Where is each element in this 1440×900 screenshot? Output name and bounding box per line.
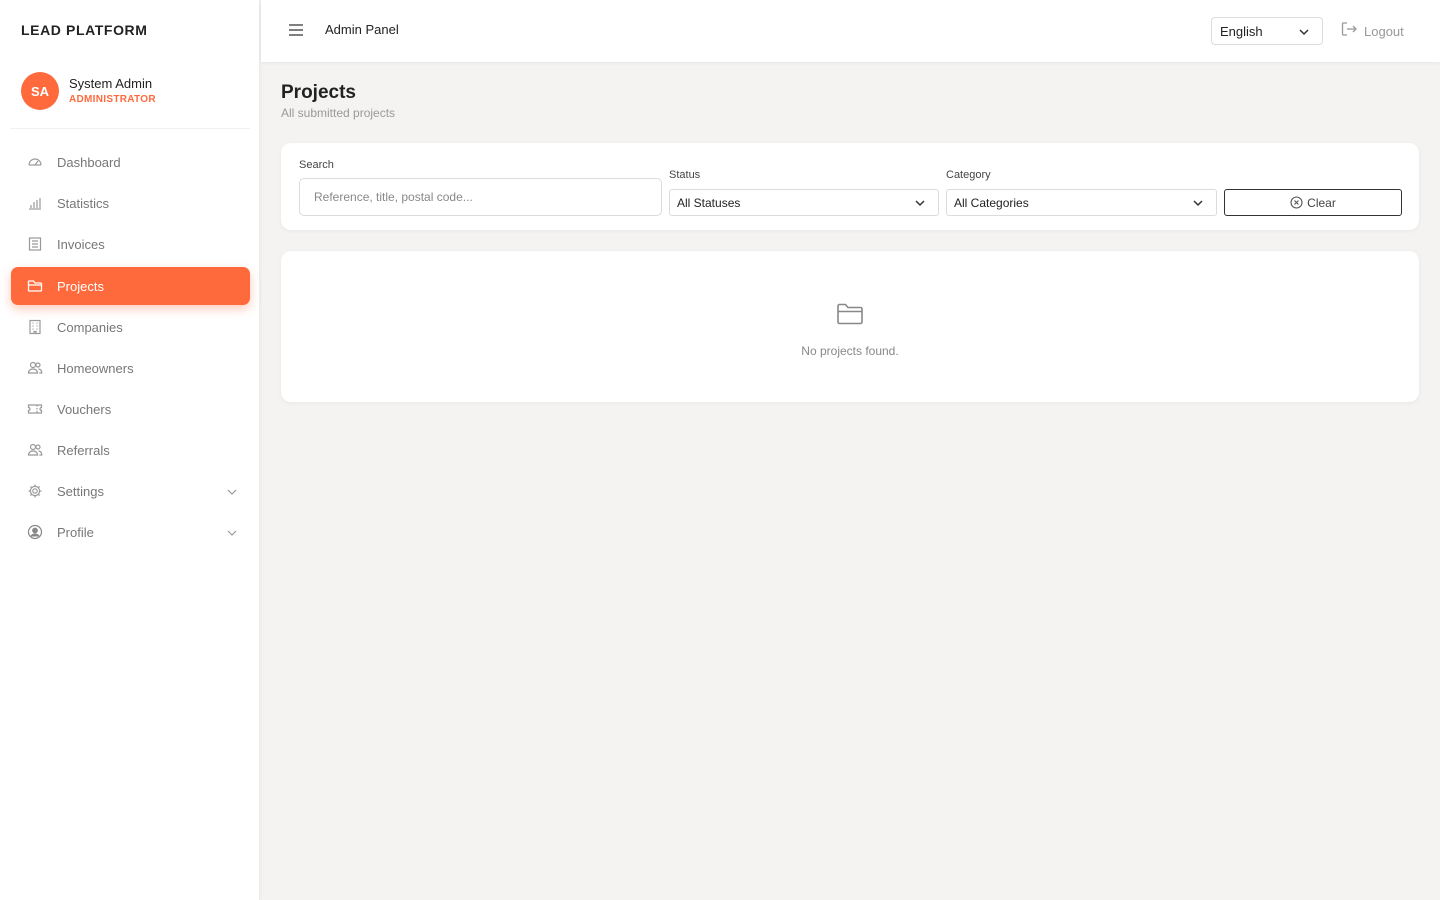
topbar: Admin Panel English Logout: [261, 0, 1440, 62]
sidebar-item-referrals[interactable]: Referrals: [11, 431, 250, 469]
category-label: Category: [946, 169, 991, 181]
sidebar-item-label: Profile: [57, 524, 94, 540]
sidebar-item-homeowners[interactable]: Homeowners: [11, 349, 250, 387]
filter-panel: Search Status All Statuses Category All …: [281, 143, 1419, 230]
bar-chart-icon: [27, 195, 43, 211]
chevron-down-icon: [226, 526, 238, 538]
empty-state-message: No projects found.: [801, 344, 899, 358]
sidebar-item-statistics[interactable]: Statistics: [11, 184, 250, 222]
chevron-down-icon: [226, 485, 238, 497]
sidebar-item-label: Homeowners: [57, 360, 134, 376]
chevron-down-icon: [1192, 197, 1204, 212]
gear-icon: [27, 483, 43, 499]
building-icon: [27, 319, 43, 335]
sidebar-item-label: Projects: [57, 278, 104, 294]
sidebar-item-label: Invoices: [57, 236, 105, 252]
sidebar-item-profile[interactable]: Profile: [11, 513, 250, 551]
sidebar-item-invoices[interactable]: Invoices: [11, 225, 250, 263]
topbar-title: Admin Panel: [325, 22, 399, 37]
dashboard-icon: [27, 154, 43, 170]
chevron-down-icon: [914, 197, 926, 212]
sidebar-item-label: Dashboard: [57, 154, 121, 170]
status-select[interactable]: All Statuses: [669, 189, 939, 216]
status-label: Status: [669, 169, 701, 181]
ticket-icon: [27, 401, 43, 417]
logout-label: Logout: [1364, 23, 1404, 39]
user-role: ADMINISTRATOR: [69, 94, 156, 105]
brand-logo-text: LEAD PLATFORM: [21, 22, 148, 38]
user-circle-icon: [27, 524, 43, 540]
sidebar-item-label: Companies: [57, 319, 123, 335]
search-label: Search: [299, 159, 334, 171]
clear-filters-button[interactable]: Clear: [1224, 189, 1402, 216]
sidebar-item-settings[interactable]: Settings: [11, 472, 250, 510]
sidebar-item-vouchers[interactable]: Vouchers: [11, 390, 250, 428]
sidebar-item-companies[interactable]: Companies: [11, 308, 250, 346]
sidebar-item-label: Settings: [57, 483, 104, 499]
logout-button[interactable]: Logout: [1340, 20, 1404, 43]
sidebar: LEAD PLATFORM SA System Admin ADMINISTRA…: [0, 0, 260, 900]
users-icon: [27, 442, 43, 458]
user-profile-summary: SA System Admin ADMINISTRATOR: [21, 72, 241, 112]
logout-icon: [1340, 20, 1358, 43]
language-select[interactable]: English: [1211, 17, 1323, 45]
category-select-value: All Categories: [954, 195, 1029, 210]
clear-filters-label: Clear: [1307, 195, 1336, 210]
menu-toggle-icon[interactable]: [287, 22, 305, 38]
projects-results: No projects found.: [281, 251, 1419, 402]
category-select[interactable]: All Categories: [946, 189, 1217, 216]
sidebar-item-projects[interactable]: Projects: [11, 267, 250, 305]
sidebar-item-label: Statistics: [57, 195, 110, 211]
page-title: Projects: [281, 82, 356, 103]
sidebar-item-label: Referrals: [57, 442, 110, 458]
folder-open-icon: [836, 302, 864, 326]
close-circle-icon: [1290, 196, 1303, 209]
folder-icon: [27, 278, 43, 294]
status-select-value: All Statuses: [677, 195, 741, 210]
page-subtitle: All submitted projects: [281, 106, 396, 120]
invoice-icon: [27, 236, 43, 252]
sidebar-divider: [10, 128, 250, 129]
chevron-down-icon: [1298, 26, 1310, 41]
language-select-value: English: [1220, 23, 1263, 39]
avatar: SA: [21, 72, 59, 110]
users-icon: [27, 360, 43, 376]
search-input[interactable]: [299, 178, 662, 216]
user-name: System Admin: [69, 76, 153, 91]
sidebar-item-dashboard[interactable]: Dashboard: [11, 143, 250, 181]
sidebar-item-label: Vouchers: [57, 401, 112, 417]
